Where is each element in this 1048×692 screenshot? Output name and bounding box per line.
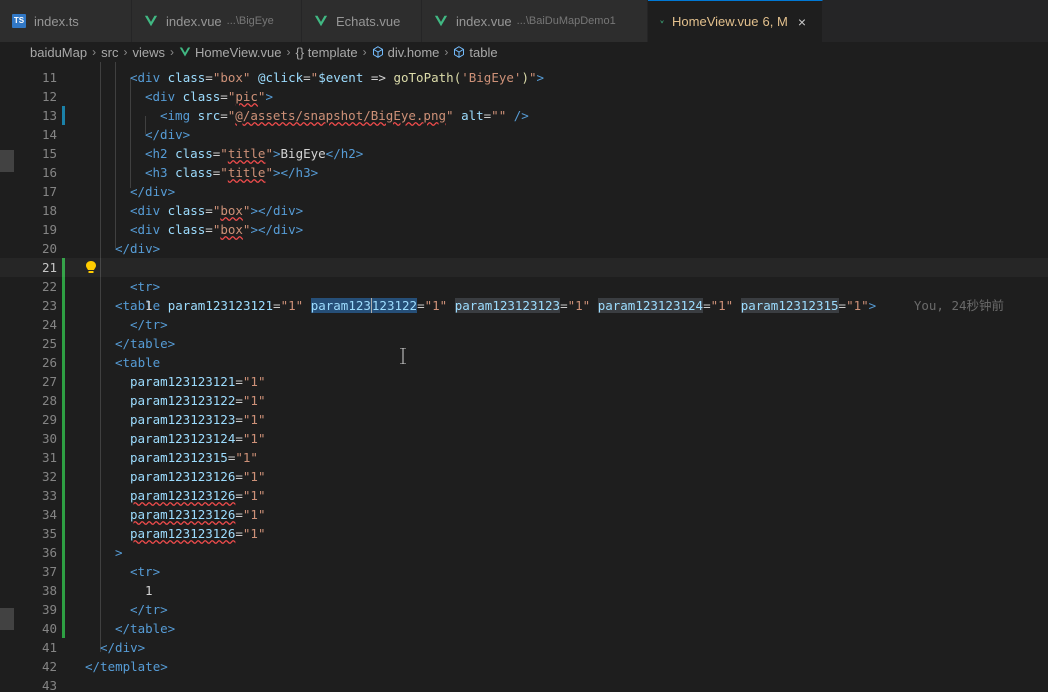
code-line: 22 <tr> [41,279,161,294]
code-line: 13 <img src="@/assets/snapshot/BigEye.png… [41,108,529,123]
code-line: 39 </tr> [41,602,168,617]
code-line: 34 param123123126="1" [41,507,266,522]
cube-icon [454,46,465,58]
tab-homeview-vue[interactable]: HomeView.vue 6, M × [648,0,823,42]
breadcrumb-item[interactable]: src [101,45,118,60]
code-line: 30 param123123124="1" [41,431,266,446]
chevron-right-icon: › [92,45,97,59]
chevron-right-icon: › [362,45,367,59]
text-cursor-icon [400,348,406,364]
code-line: 33 param123123126="1" [41,488,266,503]
code-line: 15 <h2 class="title">BigEye</h2> [41,146,364,161]
vue-icon [179,47,191,57]
code-line: 27 param123123121="1" [41,374,266,389]
tab-echats-vue[interactable]: Echats.vue [302,0,422,42]
problem-count: 6, M [762,14,788,29]
code-line: 18 <div class="box"></div> [41,203,304,218]
breadcrumb: baiduMap › src › views › HomeView.vue › {} t… [0,42,1048,62]
code-line: 24 </tr> [41,317,168,332]
breadcrumb-item[interactable]: HomeView.vue [195,45,281,60]
tab-description: ...\BaiDuMapDemo1 [516,15,616,27]
code-line: 17 </div> [41,184,176,199]
code-line: 21 <table param123123121="1" param123123… [41,260,1005,313]
code-editor[interactable]: 11 <div class="box" @click="$event => goT… [0,62,1048,692]
code-line: 42 </template> [41,659,168,674]
lightbulb-icon[interactable] [86,261,96,273]
code-line: 11 <div class="box" @click="$event => goT… [41,70,545,85]
code-line: 36 > [41,545,123,560]
vue-icon [434,15,448,27]
breadcrumb-item[interactable]: div.home [388,45,440,60]
code-line: 12 <div class="pic"> [41,89,273,104]
code-line: 16 <h3 class="title"></h3> [41,165,319,180]
tab-label: HomeView.vue [672,14,759,29]
chevron-right-icon: › [169,45,174,59]
tab-bar: TS index.ts index.vue ...\BigEye Echats.… [0,0,1048,42]
tab-index-ts[interactable]: TS index.ts [0,0,132,42]
breadcrumb-item[interactable]: {} template [295,45,357,60]
code-line: 35 param123123126="1" [41,526,266,541]
code-line: 43 [41,678,57,692]
tab-label: index.vue [456,13,512,29]
code-line: 40 </table> [41,621,176,636]
code-line: 19 <div class="box"></div> [41,222,304,237]
breadcrumb-item[interactable]: table [469,45,497,60]
tab-index-vue-bigeye[interactable]: index.vue ...\BigEye [132,0,302,42]
code-line: 38 1 [41,583,153,598]
close-icon[interactable]: × [798,14,806,30]
tab-index-vue-baidumap[interactable]: index.vue ...\BaiDuMapDemo1 [422,0,648,42]
code-line: 28 param123123122="1" [41,393,266,408]
cube-icon [372,46,383,58]
code-line: 37 <tr> [41,564,161,579]
code-line: 41 </div> [41,640,146,655]
vue-icon [660,19,664,24]
chevron-right-icon: › [123,45,128,59]
typescript-icon: TS [12,14,26,28]
vue-icon [144,15,158,27]
tab-label: index.vue [166,13,222,29]
code-line: 23 1 [41,298,153,313]
code-line: 31 param12312315="1" [41,450,258,465]
breadcrumb-item[interactable]: baiduMap [30,45,87,60]
code-line: 14 </div> [41,127,191,142]
tab-label: index.ts [34,13,79,29]
code-line: 25 </table> [41,336,176,351]
tab-description: ...\BigEye [226,15,274,27]
vue-icon [314,15,328,27]
code-line: 29 param123123123="1" [41,412,266,427]
breadcrumb-item[interactable]: views [132,45,165,60]
chevron-right-icon: › [444,45,449,59]
code-line: 20 </div> [41,241,161,256]
chevron-right-icon: › [286,45,291,59]
code-line: 26 <table [41,355,161,370]
tab-label: Echats.vue [336,13,401,29]
code-line: 32 param123123126="1" [41,469,266,484]
